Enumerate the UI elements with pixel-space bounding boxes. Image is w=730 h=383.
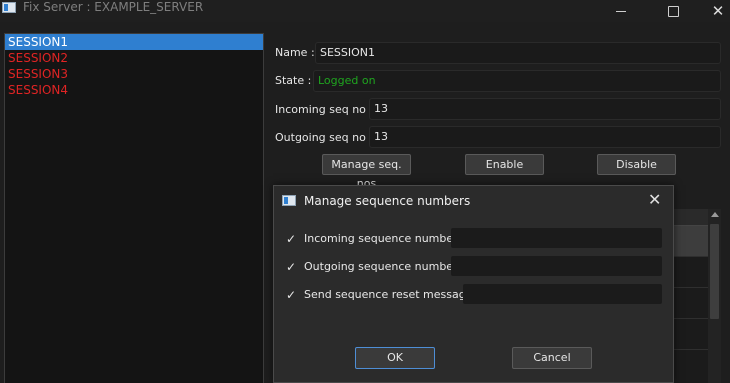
table-header xyxy=(671,209,708,226)
state-label: State : xyxy=(275,74,312,87)
dialog-close-icon[interactable]: ✕ xyxy=(648,190,661,209)
enable-button[interactable]: Enable xyxy=(465,154,544,175)
outgoing-seq-field[interactable]: 13 xyxy=(369,126,721,148)
outgoing-seq-label: Outgoing seq no : xyxy=(275,131,374,144)
checkmark-icon[interactable]: ✓ xyxy=(286,232,296,246)
manage-seq-button[interactable]: Manage seq. nos xyxy=(322,154,411,190)
manage-sequence-dialog: Manage sequence numbers ✕ ✓ Incoming seq… xyxy=(273,185,674,383)
send-reset-input[interactable] xyxy=(463,284,662,304)
messages-table[interactable] xyxy=(670,209,708,383)
ok-button[interactable]: OK xyxy=(355,347,435,369)
dialog-app-icon xyxy=(282,195,296,206)
incoming-seq-field[interactable]: 13 xyxy=(369,98,721,120)
send-reset-checkbox[interactable]: ✓ Send sequence reset message xyxy=(286,285,476,305)
state-field: Logged on xyxy=(313,70,721,92)
scroll-up-arrow-icon[interactable] xyxy=(711,212,719,217)
title-bar: Fix Server : EXAMPLE_SERVER ✕ xyxy=(0,0,730,22)
session-list[interactable]: SESSION1 SESSION2 SESSION3 SESSION4 xyxy=(4,33,264,383)
app-icon xyxy=(2,2,16,13)
send-reset-checkbox-label: Send sequence reset message xyxy=(304,288,473,301)
table-row[interactable] xyxy=(671,226,708,257)
session-item-2[interactable]: SESSION2 xyxy=(5,50,263,66)
outgoing-seq-checkbox[interactable]: ✓ Outgoing sequence number xyxy=(286,257,466,277)
disable-button[interactable]: Disable xyxy=(597,154,676,175)
session-item-3[interactable]: SESSION3 xyxy=(5,66,263,82)
scroll-thumb[interactable] xyxy=(710,224,719,319)
dialog-title-bar: Manage sequence numbers ✕ xyxy=(274,186,673,216)
dialog-title: Manage sequence numbers xyxy=(304,194,471,208)
incoming-seq-checkbox[interactable]: ✓ Incoming sequence number xyxy=(286,229,466,249)
outgoing-seq-input[interactable] xyxy=(451,256,662,276)
checkmark-icon[interactable]: ✓ xyxy=(286,288,296,302)
session-item-4[interactable]: SESSION4 xyxy=(5,82,263,98)
incoming-seq-label: Incoming seq no : xyxy=(275,103,374,116)
incoming-seq-checkbox-label: Incoming sequence number xyxy=(304,232,458,245)
table-row[interactable] xyxy=(671,319,708,350)
maximize-button[interactable] xyxy=(651,0,695,22)
name-label: Name : xyxy=(275,46,315,59)
name-field[interactable]: SESSION1 xyxy=(315,42,721,64)
outgoing-seq-checkbox-label: Outgoing sequence number xyxy=(304,260,458,273)
cancel-button[interactable]: Cancel xyxy=(512,347,592,369)
checkmark-icon[interactable]: ✓ xyxy=(286,260,296,274)
minimize-button[interactable] xyxy=(599,0,643,22)
table-row[interactable] xyxy=(671,288,708,319)
close-window-button[interactable]: ✕ xyxy=(696,0,730,22)
window-title: Fix Server : EXAMPLE_SERVER xyxy=(23,0,204,14)
table-row[interactable] xyxy=(671,257,708,288)
session-item-1[interactable]: SESSION1 xyxy=(5,34,263,50)
table-scrollbar[interactable] xyxy=(708,209,721,383)
incoming-seq-input[interactable] xyxy=(451,228,662,248)
